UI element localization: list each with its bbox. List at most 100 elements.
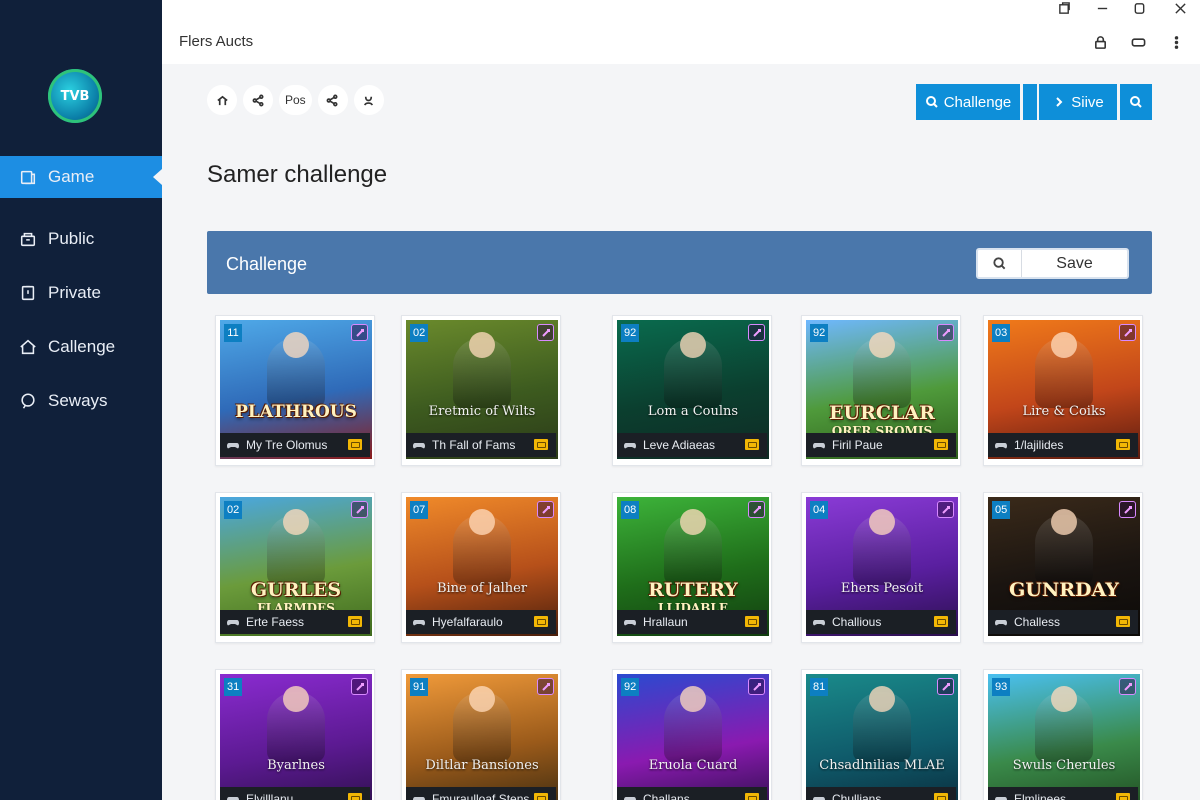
game-card[interactable]: Byarlnes 31 Elvjlllanu (215, 669, 375, 800)
folder-icon[interactable] (934, 439, 948, 450)
folder-icon[interactable] (1116, 616, 1130, 627)
save-button[interactable]: Siive (1039, 84, 1117, 120)
game-card[interactable]: GUNRDAY 05 Challess (983, 492, 1143, 643)
challenge-button[interactable]: Challenge (916, 84, 1020, 120)
game-title: Hyefalfaraulo (432, 615, 503, 629)
challenge-button-label: Challenge (943, 93, 1012, 111)
game-character (267, 686, 325, 762)
close-icon[interactable] (1170, 0, 1190, 16)
game-title: Firil Paue (832, 438, 883, 452)
game-number-badge: 92 (621, 678, 640, 696)
folder-icon[interactable] (934, 793, 948, 800)
game-card[interactable]: Eruola Cuard 92 Challans (612, 669, 772, 800)
sidebar-item-label: Callenge (48, 337, 116, 356)
challenge-search-save[interactable]: Save (976, 248, 1129, 279)
home-button[interactable] (207, 85, 237, 115)
game-card[interactable]: Chsadlnilias MLAE 81 Chullians (801, 669, 961, 800)
folder-icon[interactable] (1116, 793, 1130, 800)
sidebar-item-callenge[interactable]: Callenge (0, 320, 162, 374)
game-card[interactable]: Bine of Jalher 07 Hyefalfaraulo (401, 492, 561, 643)
edit-icon[interactable] (1119, 501, 1136, 518)
game-title: Elmlinees (1014, 792, 1067, 800)
game-card[interactable]: GURLES FLARMDES 02 Erte Faess (215, 492, 375, 643)
game-caption: Hyefalfaraulo (406, 610, 556, 634)
edit-icon[interactable] (748, 501, 765, 518)
share-button-2[interactable] (317, 85, 348, 115)
edit-icon[interactable] (1119, 324, 1136, 341)
public-icon (18, 229, 38, 249)
share-button[interactable] (243, 85, 273, 115)
folder-icon[interactable] (348, 793, 362, 800)
folder-icon[interactable] (1116, 439, 1130, 450)
folder-icon[interactable] (745, 439, 759, 450)
game-card[interactable]: Ehers Pesoit 04 Challious (801, 492, 961, 643)
maximize-icon[interactable] (1129, 0, 1149, 16)
home-icon (18, 337, 38, 357)
sidebar-item-seways[interactable]: Seways (0, 374, 162, 428)
game-character (1035, 686, 1093, 762)
search-button[interactable] (1120, 84, 1152, 120)
minimize-icon[interactable] (1092, 0, 1112, 16)
game-title: Leve Adiaeas (643, 438, 716, 452)
folder-icon[interactable] (534, 793, 548, 800)
game-number-badge: 02 (410, 324, 429, 342)
game-art-subtitle: Swuls Cherules (1012, 758, 1116, 773)
sidebar-item-public[interactable]: Public (0, 212, 162, 266)
game-card[interactable]: Eretmic of Wilts 02 Th Fall of Fams (401, 315, 561, 466)
edit-icon[interactable] (537, 324, 554, 341)
band-save-button[interactable]: Save (1022, 255, 1127, 273)
folder-icon[interactable] (348, 616, 362, 627)
edit-icon[interactable] (351, 501, 368, 518)
game-card[interactable]: EURCLAR ORER SROMIS 92 Firil Paue (801, 315, 961, 466)
edit-icon[interactable] (937, 678, 954, 695)
pos-button[interactable]: Pos (279, 85, 312, 115)
folder-icon[interactable] (934, 616, 948, 627)
edit-icon[interactable] (351, 324, 368, 341)
edit-icon[interactable] (937, 501, 954, 518)
edit-icon[interactable] (748, 324, 765, 341)
folder-icon[interactable] (534, 616, 548, 627)
search-icon (925, 96, 938, 108)
game-card[interactable]: Lire & Coiks 03 1/lajilides (983, 315, 1143, 466)
game-art-subtitle: Eretmic of Wilts (428, 404, 536, 419)
game-thumbnail: Diltlar Bansiones 91 (406, 674, 558, 800)
edit-icon[interactable] (537, 678, 554, 695)
game-caption: Firil Paue (806, 433, 956, 457)
game-character (267, 509, 325, 585)
folder-icon[interactable] (745, 793, 759, 800)
more-vertical-icon[interactable] (1167, 33, 1185, 51)
game-character (664, 509, 722, 585)
game-title: Chullians (832, 792, 882, 800)
app-logo[interactable]: TVB (48, 69, 102, 123)
game-card[interactable]: Lom a Coulns 92 Leve Adiaeas (612, 315, 772, 466)
game-card[interactable]: PLATHROUS 11 My Tre Olomus (215, 315, 375, 466)
game-number-badge: 07 (410, 501, 429, 519)
pin-icon[interactable] (1054, 0, 1074, 16)
sidebar-item-private[interactable]: Private (0, 266, 162, 320)
game-number-badge: 03 (992, 324, 1011, 342)
game-card[interactable]: Swuls Cherules 93 Elmlinees (983, 669, 1143, 800)
logo-text: TVB (60, 88, 90, 104)
folder-icon[interactable] (348, 439, 362, 450)
controller-icon (226, 792, 240, 800)
controller-icon (623, 792, 637, 800)
folder-icon[interactable] (534, 439, 548, 450)
edit-icon[interactable] (748, 678, 765, 695)
edit-icon[interactable] (937, 324, 954, 341)
edit-icon[interactable] (351, 678, 368, 695)
game-caption: Challess (988, 610, 1138, 634)
folder-icon[interactable] (745, 616, 759, 627)
nav-toolbar: Pos (207, 85, 384, 115)
game-card[interactable]: Diltlar Bansiones 91 Fmuraulloaf Stens (401, 669, 561, 800)
game-caption: Erte Faess (220, 610, 370, 634)
edit-icon[interactable] (1119, 678, 1136, 695)
search-icon[interactable] (978, 250, 1022, 277)
game-number-badge: 31 (224, 678, 243, 696)
sidebar-item-game[interactable]: Game (0, 156, 162, 198)
game-card[interactable]: RUTERY LLIDABLE 08 Hrallaun (612, 492, 772, 643)
edit-icon[interactable] (537, 501, 554, 518)
private-icon (18, 283, 38, 303)
toggle-icon[interactable] (1129, 33, 1147, 51)
user-button[interactable] (353, 85, 384, 115)
lock-icon[interactable] (1091, 33, 1109, 51)
